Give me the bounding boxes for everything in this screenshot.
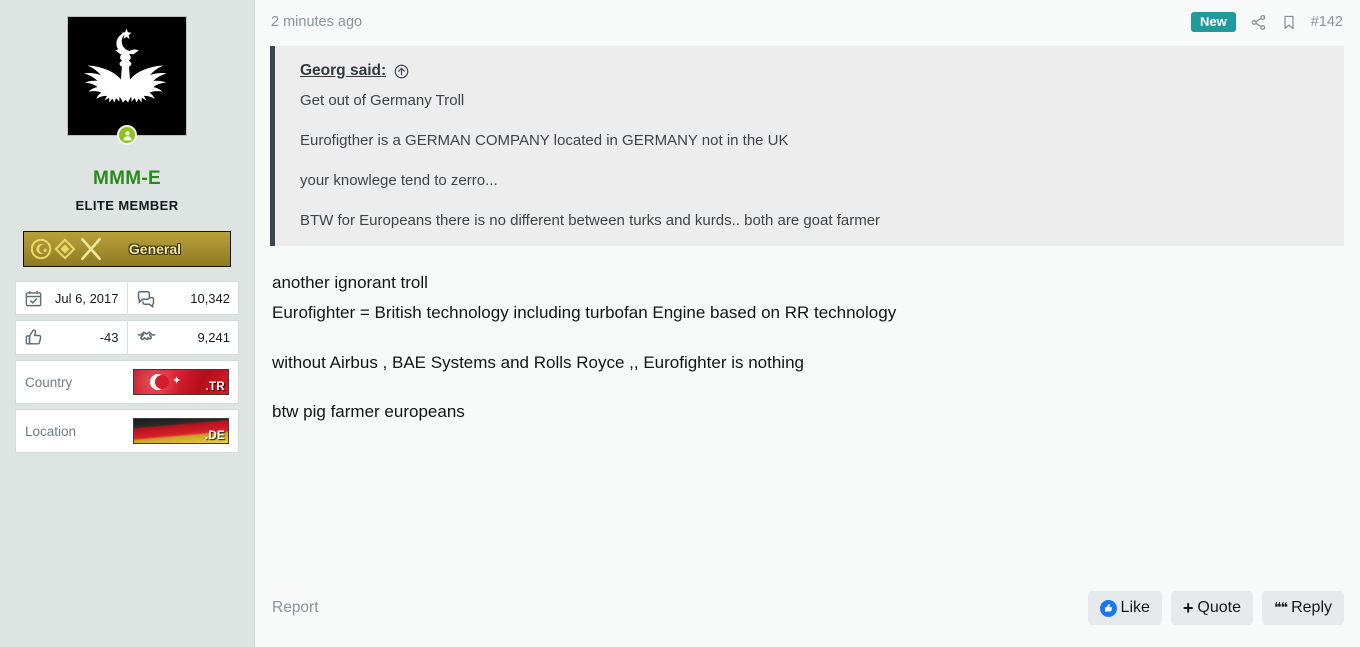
quote-marks-icon: ❝❝	[1274, 599, 1288, 616]
info-row-location: Location .DE	[15, 409, 239, 453]
jump-to-post-icon[interactable]	[394, 64, 409, 79]
bookmark-icon[interactable]	[1281, 14, 1297, 31]
quote-line: BTW for Europeans there is no different …	[300, 212, 881, 229]
star-shape: ✦	[172, 375, 182, 387]
crossed-swords-icon	[81, 237, 101, 261]
post-author-sidebar: MMM-E ELITE MEMBER General Jul 6, 2017 1…	[0, 0, 255, 647]
rank-insignia-icons	[30, 236, 104, 262]
points-value: 9,241	[197, 330, 230, 345]
quoted-post: Georg said: Get out of Germany Troll Eur…	[270, 46, 1344, 246]
rank-label: General	[128, 241, 182, 257]
post-main: 2 minutes ago New #142 Georg said: Get o…	[255, 0, 1360, 647]
country-code: .TR	[205, 381, 225, 393]
post-timestamp[interactable]: 2 minutes ago	[271, 14, 362, 30]
turkey-flag-icon: ✦ .TR	[133, 369, 229, 395]
online-status-indicator	[117, 125, 137, 145]
stat-reaction-score: -43	[16, 321, 127, 354]
quote-button[interactable]: + Quote	[1170, 591, 1254, 625]
quote-author-link[interactable]: Georg said:	[300, 62, 386, 80]
post-body-line: btw pig farmer europeans	[272, 401, 465, 421]
post-body: another ignorant troll Eurofighter = Bri…	[270, 246, 1344, 591]
reply-button-label: Reply	[1291, 599, 1332, 617]
quote-button-label: Quote	[1197, 599, 1242, 617]
location-label: Location	[25, 423, 77, 439]
handshake-icon	[137, 331, 155, 341]
post-number[interactable]: #142	[1311, 14, 1343, 30]
location-code: .DE	[204, 430, 225, 442]
status-badge-new: New	[1191, 12, 1236, 32]
author-user-title: ELITE MEMBER	[75, 198, 179, 213]
post-header-actions: New #142	[1191, 12, 1343, 32]
thumbs-up-icon	[25, 329, 42, 345]
quote-attribution: Georg said:	[300, 62, 1326, 80]
stat-row: -43 9,241	[15, 320, 239, 355]
post-header: 2 minutes ago New #142	[270, 0, 1344, 44]
avatar-image	[67, 16, 187, 136]
post-footer: Report Like + Quote ❝❝ Reply	[270, 591, 1344, 647]
stat-points: 9,241	[126, 321, 239, 354]
forum-post: MMM-E ELITE MEMBER General Jul 6, 2017 1…	[0, 0, 1360, 647]
quote-line: Get out of Germany Troll	[300, 92, 465, 109]
message-count-value: 10,342	[190, 290, 230, 306]
quote-line: Eurofigther is a GERMAN COMPANY located …	[300, 132, 789, 149]
reaction-score-value: -43	[99, 330, 119, 345]
crescent-shape	[150, 374, 169, 390]
rank-badge: General	[23, 231, 231, 267]
info-row-country: Country ✦ .TR	[15, 360, 239, 404]
stat-joined-date: Jul 6, 2017	[16, 282, 127, 314]
stat-row: Jul 6, 2017 10,342	[15, 281, 239, 315]
like-button-label: Like	[1120, 599, 1150, 617]
stat-message-count: 10,342	[126, 282, 239, 314]
author-username[interactable]: MMM-E	[93, 168, 161, 190]
joined-date-value: Jul 6, 2017	[54, 290, 119, 306]
quote-line: your knowlege tend to zerro...	[300, 172, 498, 189]
crescent-star-medal-icon	[30, 238, 52, 260]
post-body-line: without Airbus , BAE Systems and Rolls R…	[272, 352, 804, 372]
post-actions: Like + Quote ❝❝ Reply	[1087, 591, 1344, 625]
messages-icon	[137, 291, 154, 308]
diamond-medal-icon	[54, 238, 76, 260]
author-stats: Jul 6, 2017 10,342 -43 9,241 Country ✦ .…	[15, 281, 239, 453]
plus-icon: +	[1182, 598, 1194, 618]
user-icon	[122, 130, 132, 140]
germany-flag-icon: .DE	[133, 418, 229, 444]
like-button[interactable]: Like	[1087, 591, 1162, 625]
thumbs-up-icon	[1099, 599, 1117, 617]
country-label: Country	[25, 374, 73, 390]
post-body-line: another ignorant troll	[272, 273, 428, 292]
report-link[interactable]: Report	[272, 599, 319, 617]
avatar[interactable]	[67, 16, 187, 145]
share-icon[interactable]	[1250, 14, 1267, 31]
calendar-check-icon	[25, 290, 42, 306]
post-body-line: Eurofighter = British technology includi…	[272, 303, 897, 323]
reply-button[interactable]: ❝❝ Reply	[1262, 591, 1344, 625]
